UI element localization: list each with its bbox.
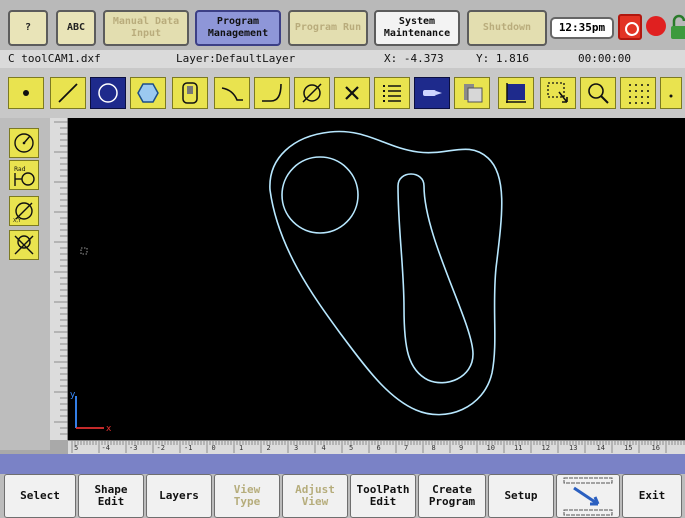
- drawing-canvas[interactable]: y x: [68, 118, 685, 440]
- ruler-tick-label: 4: [321, 444, 326, 452]
- line-icon[interactable]: [50, 77, 86, 109]
- view-type-button[interactable]: View Type: [214, 474, 280, 518]
- list-icon[interactable]: [374, 77, 410, 109]
- shutdown-button[interactable]: Shutdown: [467, 10, 547, 46]
- manual-data-input-button[interactable]: Manual Data Input: [103, 10, 189, 46]
- select-button[interactable]: Select: [4, 474, 76, 518]
- ruler-tick-label: 3: [294, 444, 299, 452]
- ruler-tick-label: 15: [624, 444, 633, 452]
- record-icon[interactable]: [646, 16, 666, 36]
- ruler-tick-label: 10: [486, 444, 495, 452]
- svg-text:Rad: Rad: [14, 166, 26, 173]
- ruler-tick-label: 11: [514, 444, 523, 452]
- arc-corner-icon[interactable]: [254, 77, 290, 109]
- ruler-tick-label: 5: [349, 444, 354, 452]
- file-name: C toolCAM1.dxf: [8, 52, 101, 65]
- timer-readout: 00:00:00: [578, 52, 631, 65]
- arc-right-icon[interactable]: [214, 77, 250, 109]
- ruler-tick-label: 5: [74, 444, 79, 452]
- polygon-icon[interactable]: [130, 77, 166, 109]
- ruler-tick-label: 7: [404, 444, 409, 452]
- origin-marker: [80, 247, 88, 255]
- slot-path[interactable]: [397, 173, 474, 384]
- help-button[interactable]: ?: [8, 10, 48, 46]
- point-icon[interactable]: [8, 77, 44, 109]
- select-region-icon[interactable]: [498, 77, 534, 109]
- layers-button[interactable]: Layers: [146, 474, 212, 518]
- ruler-tick-label: -3: [129, 444, 138, 452]
- layer-name: Layer:DefaultLayer: [176, 52, 296, 65]
- more-tools-icon[interactable]: [660, 77, 682, 109]
- ruler-tick-label: -4: [101, 444, 110, 452]
- dimension-toolbar: Rad X,Y: [0, 118, 50, 450]
- adjust-view-button[interactable]: Adjust View: [282, 474, 348, 518]
- x-axis-label: x: [106, 424, 112, 434]
- ruler-tick-label: 12: [541, 444, 550, 452]
- ruler-tick-label: 13: [569, 444, 578, 452]
- ruler-tick-label: 1: [239, 444, 244, 452]
- tool-icon[interactable]: [414, 77, 450, 109]
- dimension-radius-icon[interactable]: [9, 128, 39, 158]
- y-coordinate-readout: Y: 1.816: [476, 52, 529, 65]
- status-bar: C toolCAM1.dxf Layer:DefaultLayer X: -4.…: [0, 50, 685, 68]
- vertical-ruler-ticks: [54, 121, 68, 435]
- dimension-clear-icon[interactable]: [9, 230, 39, 260]
- x-coordinate-readout: X: -4.373: [384, 52, 444, 65]
- exit-button[interactable]: Exit: [622, 474, 682, 518]
- ruler-tick-label: 14: [596, 444, 605, 452]
- camera-icon[interactable]: [454, 77, 490, 109]
- ruler-tick-label: -1: [184, 444, 193, 452]
- top-menu-bar: ? ABC Manual Data Input Program Manageme…: [0, 0, 685, 50]
- dimension-xy-icon[interactable]: X,Y: [9, 196, 39, 226]
- toolpath-edit-button[interactable]: ToolPath Edit: [350, 474, 416, 518]
- ruler-tick-label: 2: [266, 444, 271, 452]
- ruler-tick-label: 6: [376, 444, 381, 452]
- clock-display: 12:35pm: [550, 17, 614, 39]
- diameter-icon[interactable]: [294, 77, 330, 109]
- abc-button[interactable]: ABC: [56, 10, 96, 46]
- system-maintenance-button[interactable]: System Maintenance: [374, 10, 460, 46]
- program-management-button[interactable]: Program Management: [195, 10, 281, 46]
- inner-circle[interactable]: [281, 156, 359, 234]
- ruler-tick-label: 0: [211, 444, 216, 452]
- softkey-bar: Select Shape Edit Layers View Type Adjus…: [0, 474, 685, 518]
- svg-text:X,Y: X,Y: [13, 218, 22, 224]
- program-run-button[interactable]: Program Run: [288, 10, 368, 46]
- rounded-rect-icon[interactable]: [172, 77, 208, 109]
- grid-icon[interactable]: [620, 77, 656, 109]
- jog-arrow-button[interactable]: [556, 474, 620, 518]
- delete-icon[interactable]: [334, 77, 370, 109]
- y-axis-label: y: [70, 390, 76, 400]
- lock-icon[interactable]: [670, 14, 685, 40]
- vertical-ruler: [50, 118, 68, 440]
- message-bar: [0, 454, 685, 474]
- setup-button[interactable]: Setup: [488, 474, 554, 518]
- ruler-tick-label: 16: [651, 444, 660, 452]
- ruler-tick-label: 8: [431, 444, 436, 452]
- shape-edit-button[interactable]: Shape Edit: [78, 474, 144, 518]
- create-program-button[interactable]: Create Program: [418, 474, 486, 518]
- select-arrow-icon[interactable]: [540, 77, 576, 109]
- part-geometry[interactable]: y x: [68, 118, 685, 440]
- horizontal-ruler: 5 -4 -3 -2 -1 0 1 2 3 4 5 6 7 8 9 10 11 12 13 14 15 16: [68, 440, 685, 454]
- drawing-toolbar: [0, 68, 685, 118]
- ruler-tick-label: 9: [459, 444, 464, 452]
- target-icon[interactable]: [618, 14, 642, 40]
- jog-arrow-icon: [563, 477, 613, 516]
- circle-icon[interactable]: [90, 77, 126, 109]
- zoom-icon[interactable]: [580, 77, 616, 109]
- ruler-tick-label: -2: [156, 444, 165, 452]
- dimension-rad-icon[interactable]: Rad: [9, 160, 39, 190]
